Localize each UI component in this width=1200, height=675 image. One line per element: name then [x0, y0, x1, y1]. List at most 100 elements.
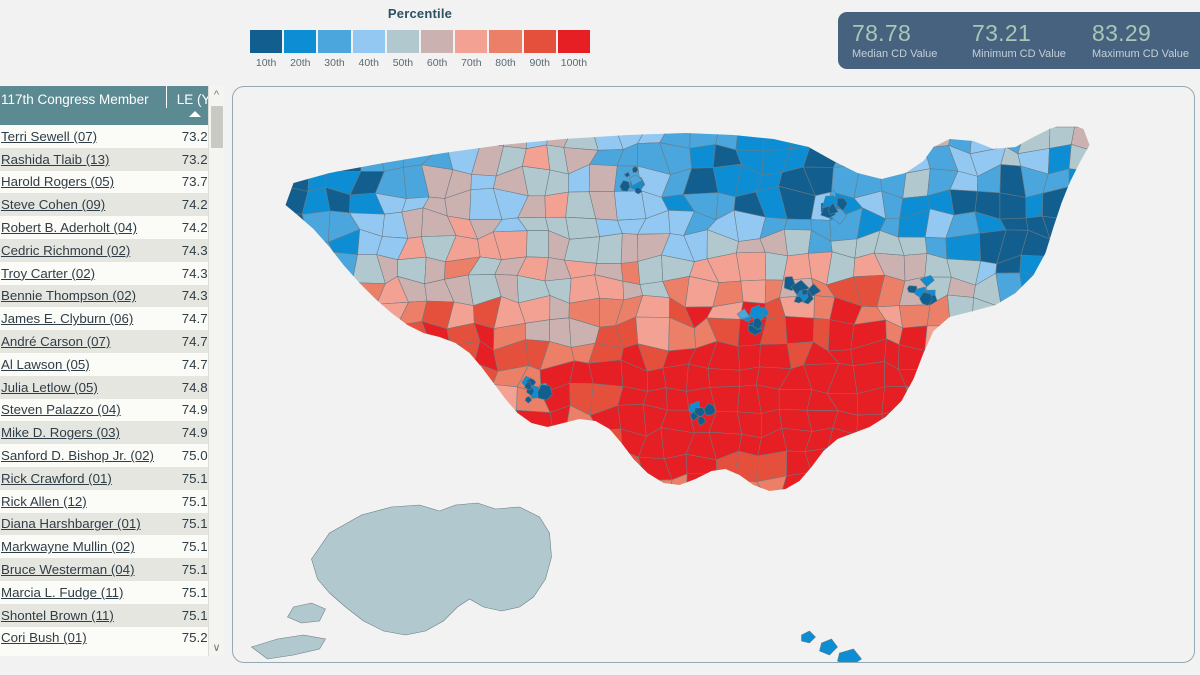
district-polygon[interactable]: [969, 451, 1006, 475]
urban-district-polygon[interactable]: [1085, 392, 1095, 403]
urban-district-polygon[interactable]: [1049, 323, 1067, 338]
table-scrollbar[interactable]: ^ ∨: [208, 86, 224, 656]
district-polygon[interactable]: [381, 449, 408, 478]
district-polygon[interactable]: [1043, 301, 1074, 321]
district-polygon[interactable]: [827, 319, 855, 352]
urban-district-polygon[interactable]: [336, 341, 347, 351]
district-polygon[interactable]: [1025, 192, 1044, 219]
district-polygon[interactable]: [898, 429, 932, 456]
district-polygon[interactable]: [665, 387, 690, 411]
urban-district-polygon[interactable]: [1063, 384, 1080, 400]
district-polygon[interactable]: [473, 410, 504, 430]
district-polygon[interactable]: [499, 126, 528, 150]
urban-district-polygon[interactable]: [1029, 293, 1042, 306]
hawaii-maui[interactable]: [837, 648, 862, 662]
district-polygon[interactable]: [544, 191, 569, 218]
district-polygon[interactable]: [1073, 317, 1096, 350]
district-polygon[interactable]: [874, 453, 901, 481]
district-polygon[interactable]: [737, 344, 761, 371]
district-polygon[interactable]: [284, 126, 312, 150]
district-polygon[interactable]: [1019, 447, 1047, 471]
district-polygon[interactable]: [310, 126, 334, 144]
district-polygon[interactable]: [1071, 300, 1095, 322]
urban-district-polygon[interactable]: [339, 337, 355, 354]
urban-district-polygon[interactable]: [360, 377, 369, 386]
district-polygon[interactable]: [327, 411, 360, 434]
district-polygon[interactable]: [302, 384, 334, 414]
district-polygon[interactable]: [994, 447, 1022, 471]
district-polygon[interactable]: [1019, 272, 1049, 308]
member-name-link[interactable]: Terri Sewell (07): [0, 129, 167, 144]
urban-district-polygon[interactable]: [1042, 282, 1055, 298]
district-polygon[interactable]: [949, 189, 978, 216]
district-polygon[interactable]: [1001, 386, 1022, 410]
district-polygon[interactable]: [379, 475, 408, 497]
district-polygon[interactable]: [857, 126, 887, 155]
district-polygon[interactable]: [620, 233, 639, 264]
member-name-link[interactable]: André Carson (07): [0, 334, 167, 349]
district-polygon[interactable]: [945, 232, 981, 262]
district-polygon[interactable]: [782, 253, 813, 281]
district-polygon[interactable]: [302, 275, 334, 302]
district-polygon[interactable]: [596, 233, 623, 264]
district-polygon[interactable]: [1046, 317, 1076, 350]
district-polygon[interactable]: [973, 389, 1004, 409]
alaska-peninsula[interactable]: [287, 602, 326, 624]
table-row[interactable]: Bennie Thompson (02) 74.38: [0, 284, 224, 308]
district-polygon[interactable]: [326, 126, 362, 145]
district-polygon[interactable]: [763, 126, 791, 152]
urban-district-polygon[interactable]: [994, 378, 1009, 390]
district-polygon[interactable]: [549, 428, 566, 456]
urban-district-polygon[interactable]: [1073, 372, 1082, 383]
district-polygon[interactable]: [930, 403, 959, 436]
urban-district-polygon[interactable]: [1057, 296, 1074, 313]
district-polygon[interactable]: [784, 316, 815, 344]
district-polygon[interactable]: [975, 426, 1006, 456]
urban-district-polygon[interactable]: [1050, 330, 1060, 341]
district-polygon[interactable]: [310, 468, 335, 497]
district-polygon[interactable]: [947, 451, 977, 475]
legend-swatch-60th[interactable]: [421, 30, 454, 53]
district-polygon[interactable]: [470, 174, 497, 190]
member-name-link[interactable]: Sanford D. Bishop Jr. (02): [0, 448, 167, 463]
district-polygon[interactable]: [470, 474, 503, 497]
district-polygon[interactable]: [492, 384, 518, 412]
urban-district-polygon[interactable]: [1058, 363, 1072, 376]
member-name-link[interactable]: Cedric Richmond (02): [0, 243, 167, 258]
district-polygon[interactable]: [1043, 361, 1074, 390]
urban-district-polygon[interactable]: [1051, 317, 1066, 337]
district-polygon[interactable]: [360, 143, 385, 172]
district-polygon[interactable]: [1020, 427, 1048, 453]
scrollbar-track[interactable]: [209, 104, 225, 638]
urban-district-polygon[interactable]: [328, 303, 335, 312]
urban-district-polygon[interactable]: [1050, 341, 1060, 353]
alaska-district[interactable]: [311, 502, 552, 636]
urban-district-polygon[interactable]: [1076, 391, 1094, 406]
district-polygon[interactable]: [326, 142, 362, 172]
district-polygon[interactable]: [400, 359, 430, 387]
district-polygon[interactable]: [453, 449, 476, 480]
district-polygon[interactable]: [502, 476, 522, 497]
urban-district-polygon[interactable]: [1061, 338, 1068, 346]
district-polygon[interactable]: [588, 164, 618, 192]
table-row[interactable]: Diana Harshbarger (01) 75.14: [0, 512, 224, 536]
district-polygon[interactable]: [995, 364, 1026, 392]
table-row[interactable]: Shontel Brown (11) 75.19: [0, 603, 224, 627]
district-polygon[interactable]: [400, 470, 428, 497]
district-polygon[interactable]: [284, 468, 314, 497]
urban-district-polygon[interactable]: [1066, 357, 1080, 377]
district-polygon[interactable]: [926, 366, 953, 394]
legend-swatch-100th[interactable]: [557, 30, 591, 53]
district-polygon[interactable]: [494, 428, 527, 460]
district-polygon[interactable]: [516, 410, 554, 433]
district-polygon[interactable]: [1043, 277, 1073, 303]
aleutian-islands[interactable]: [250, 634, 326, 660]
district-polygon[interactable]: [541, 473, 575, 498]
district-polygon[interactable]: [401, 451, 433, 478]
urban-district-polygon[interactable]: [1056, 306, 1066, 317]
district-polygon[interactable]: [1067, 239, 1096, 256]
district-polygon[interactable]: [525, 319, 550, 342]
legend-swatch-40th[interactable]: [352, 30, 385, 53]
member-name-link[interactable]: Al Lawson (05): [0, 357, 167, 372]
table-row[interactable]: Sanford D. Bishop Jr. (02) 75.06: [0, 444, 224, 467]
